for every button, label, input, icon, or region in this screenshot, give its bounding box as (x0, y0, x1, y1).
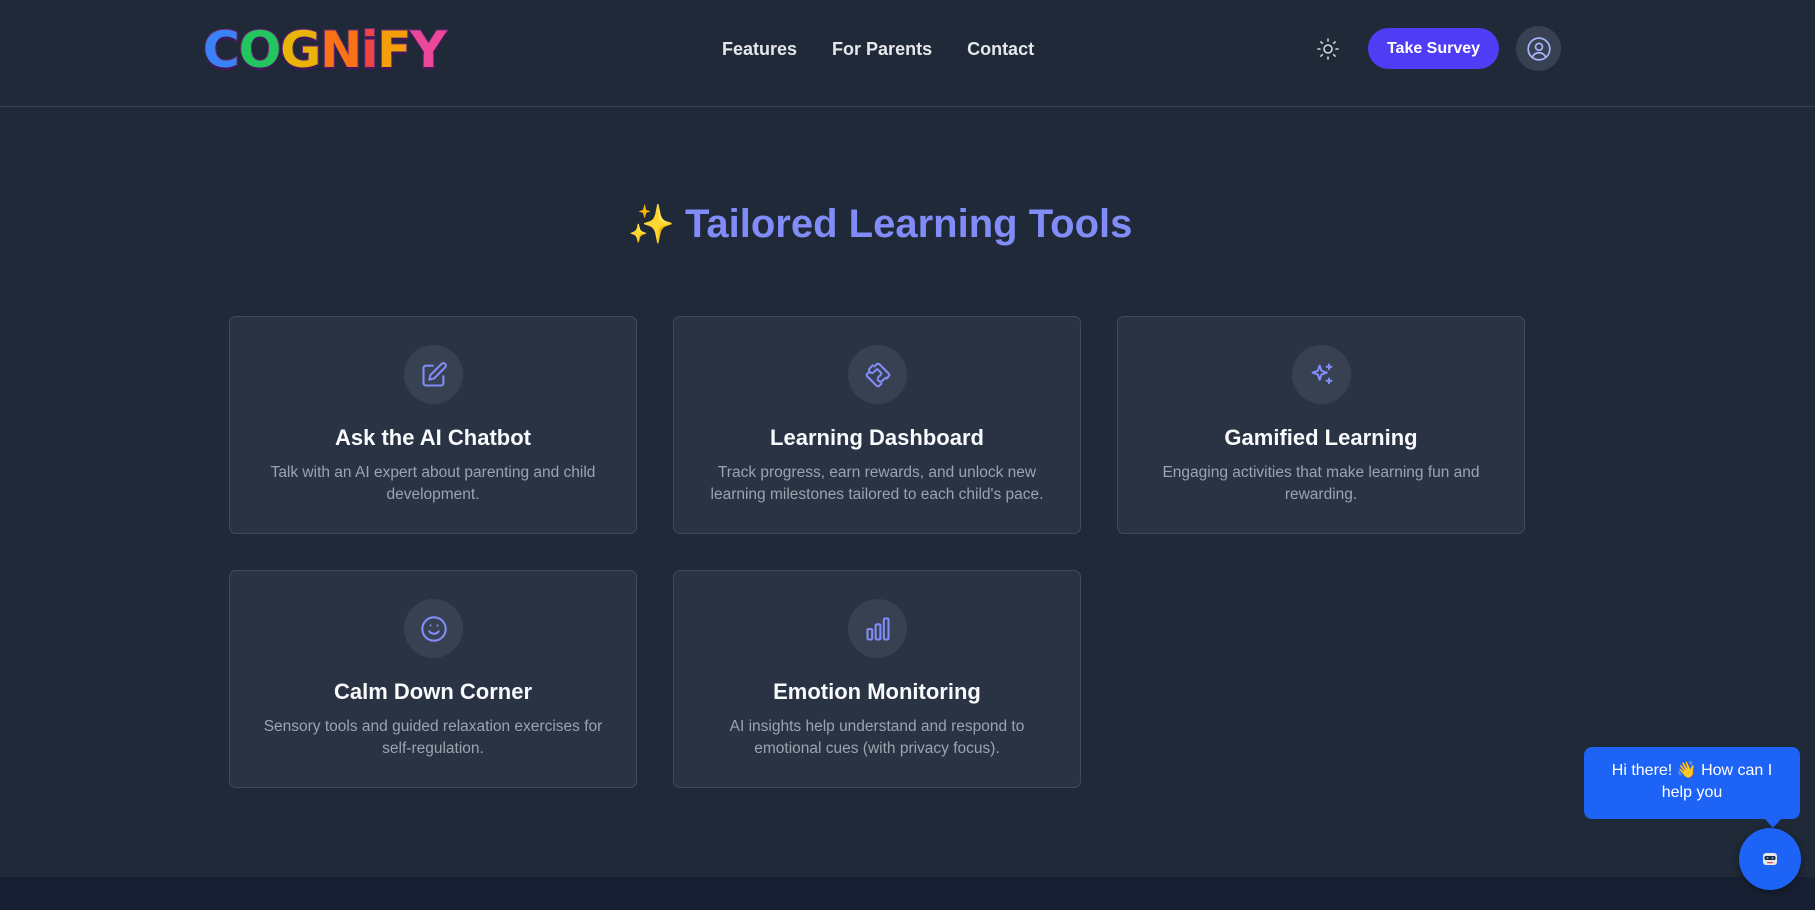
logo-letter: Y (409, 21, 447, 79)
logo-letter: i (360, 21, 379, 79)
main-nav: Features For Parents Contact (722, 36, 1034, 62)
profile-button[interactable] (1516, 26, 1561, 71)
card-title: Learning Dashboard (770, 425, 984, 450)
card-description: Sensory tools and guided relaxation exer… (263, 718, 603, 757)
logo-letter: O (238, 21, 282, 79)
take-survey-button[interactable]: Take Survey (1368, 28, 1499, 69)
sparkles-emoji-icon: ✨ (627, 204, 675, 246)
card-title: Gamified Learning (1224, 425, 1418, 450)
card-icon-wrap (404, 599, 463, 658)
card-icon-wrap (848, 599, 907, 658)
nav-link-features[interactable]: Features (722, 36, 797, 62)
card-description: AI insights help understand and respond … (729, 718, 1025, 757)
chat-greeting-bubble[interactable]: Hi there! 👋 How can I help you (1584, 747, 1800, 828)
edit-icon (421, 361, 447, 387)
robot-icon (1763, 853, 1777, 865)
section-title-text: Tailored Learning Tools (684, 202, 1133, 246)
section-title: ✨ Tailored Learning Tools (0, 196, 1760, 253)
card-icon-wrap (404, 345, 463, 404)
user-circle-icon (1526, 36, 1551, 61)
sun-icon (1317, 38, 1339, 60)
site-header: COGNiFY Features For Parents Contact Tak… (0, 0, 1815, 107)
smile-icon (420, 615, 447, 642)
card-icon-wrap (848, 345, 907, 404)
chat-open-button[interactable] (1739, 828, 1801, 890)
logo-letter: G (279, 21, 322, 79)
cognify-logo[interactable]: COGNiFY (202, 21, 448, 79)
feature-card-learning-dashboard[interactable]: Learning Dashboard Track progress, earn … (673, 316, 1081, 534)
feature-card-calm-down-corner[interactable]: Calm Down Corner Sensory tools and guide… (229, 570, 637, 788)
footer (0, 877, 1815, 910)
feature-card-gamified-learning[interactable]: Gamified Learning Engaging activities th… (1117, 316, 1525, 534)
card-description: Track progress, earn rewards, and unlock… (710, 464, 1044, 503)
bar-chart-icon (865, 616, 890, 641)
sparkles-icon (1311, 362, 1332, 384)
card-icon-wrap (1292, 345, 1351, 404)
card-description: Engaging activities that make learning f… (1162, 464, 1480, 503)
card-title: Ask the AI Chatbot (335, 425, 531, 450)
logo-letter: N (319, 21, 363, 79)
card-title: Calm Down Corner (333, 679, 533, 704)
card-description: Talk with an AI expert about parenting a… (270, 464, 596, 503)
puzzle-icon (865, 362, 890, 387)
theme-toggle-button[interactable] (1313, 34, 1343, 64)
logo-letter: C (202, 21, 241, 79)
card-title: Emotion Monitoring (773, 679, 981, 704)
nav-link-for-parents[interactable]: For Parents (832, 36, 932, 62)
nav-link-contact[interactable]: Contact (967, 36, 1034, 62)
feature-card-emotion-monitoring[interactable]: Emotion Monitoring AI insights help unde… (673, 570, 1081, 788)
logo-letter: F (376, 21, 412, 79)
feature-card-ai-chatbot[interactable]: Ask the AI Chatbot Talk with an AI exper… (229, 316, 637, 534)
